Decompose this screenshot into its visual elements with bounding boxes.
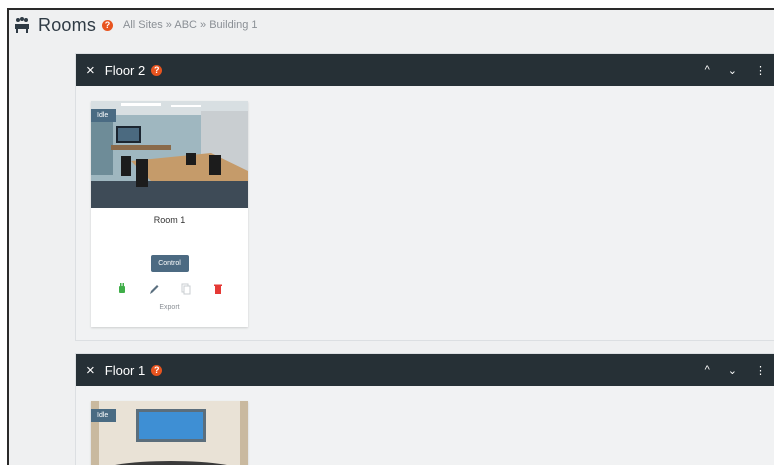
control-button[interactable]: Control — [150, 255, 189, 272]
close-icon[interactable]: × — [86, 362, 95, 379]
copy-icon[interactable] — [181, 282, 191, 295]
chevron-down-icon[interactable]: ⌄ — [728, 64, 737, 77]
room-photo: Idle — [91, 101, 248, 208]
floor-name: Floor 1 — [104, 362, 146, 378]
breadcrumb[interactable]: All Sites » ABC » Building 1 — [123, 19, 258, 31]
status-badge: Idle — [91, 109, 117, 122]
rooms-icon — [12, 16, 32, 34]
room-card[interactable]: Idle Room 1 Control Export — [91, 101, 248, 327]
floor-header: × Floor 1 ? ^ ⌄ ⋮ — [76, 354, 774, 386]
chevron-down-icon[interactable]: ⌄ — [728, 364, 737, 377]
floor-name: Floor 2 — [104, 62, 146, 78]
trash-icon[interactable] — [213, 282, 223, 294]
pencil-icon[interactable] — [149, 282, 159, 294]
room-name: Room 1 — [153, 215, 186, 225]
floor-panel: × Floor 2 ? ^ ⌄ ⋮ Idle Room 1 Control Ex… — [75, 53, 774, 341]
green-plug-icon[interactable] — [117, 282, 127, 294]
room-photo: Idle — [91, 401, 248, 465]
room-card[interactable]: Idle — [91, 401, 248, 465]
floor-panel: × Floor 1 ? ^ ⌄ ⋮ Idle — [75, 353, 774, 465]
close-icon[interactable]: × — [86, 62, 95, 79]
chevron-up-icon[interactable]: ^ — [705, 64, 710, 77]
more-vert-icon[interactable]: ⋮ — [755, 64, 766, 77]
help-icon[interactable]: ? — [102, 19, 114, 31]
room-actions — [91, 282, 248, 295]
export-link[interactable]: Export — [91, 304, 248, 311]
chevron-up-icon[interactable]: ^ — [705, 364, 710, 377]
more-vert-icon[interactable]: ⋮ — [755, 364, 766, 377]
floor-controls: ^ ⌄ ⋮ — [705, 64, 774, 77]
help-icon[interactable]: ? — [151, 64, 163, 76]
page-header: Rooms ? All Sites » ABC » Building 1 — [9, 10, 774, 40]
help-icon[interactable]: ? — [151, 364, 163, 376]
status-badge: Idle — [91, 409, 117, 422]
app-frame: Rooms ? All Sites » ABC » Building 1 × F… — [7, 8, 774, 465]
floor-controls: ^ ⌄ ⋮ — [705, 364, 774, 377]
page-title: Rooms — [38, 14, 97, 35]
floor-header: × Floor 2 ? ^ ⌄ ⋮ — [76, 54, 774, 86]
